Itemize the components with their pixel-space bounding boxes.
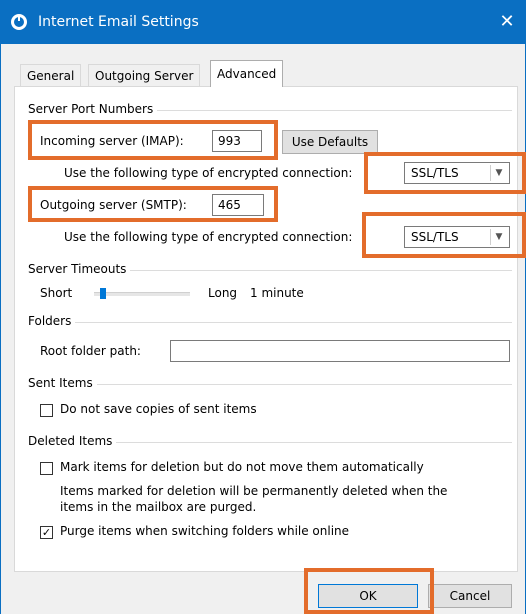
purge-label: Purge items when switching folders while… xyxy=(60,524,350,538)
close-button[interactable]: ✕ xyxy=(488,0,526,44)
mark-for-deletion-checkbox[interactable] xyxy=(40,462,53,475)
outlook-icon xyxy=(10,13,28,31)
group-label-folders: Folders xyxy=(28,314,76,328)
tab-advanced[interactable]: Advanced xyxy=(210,60,284,87)
timeout-long-label: Long xyxy=(208,286,238,300)
timeout-short-label: Short xyxy=(40,286,73,300)
timeout-value: 1 minute xyxy=(250,286,304,300)
group-label-server-ports: Server Port Numbers xyxy=(28,102,158,116)
highlight-incoming-server xyxy=(28,120,278,160)
group-label-deleted-items: Deleted Items xyxy=(28,434,117,448)
encryption-label-incoming: Use the following type of encrypted conn… xyxy=(64,166,353,180)
group-divider xyxy=(28,384,512,385)
tab-outgoing-server[interactable]: Outgoing Server xyxy=(88,64,201,86)
deletion-note-line2: items in the mailbox are purged. xyxy=(60,500,257,514)
timeout-slider-track[interactable] xyxy=(94,292,190,296)
mark-for-deletion-label: Mark items for deletion but do not move … xyxy=(60,460,424,474)
no-copies-checkbox[interactable] xyxy=(40,404,53,417)
highlight-outgoing-server xyxy=(28,186,278,222)
timeout-slider-thumb[interactable] xyxy=(100,288,106,299)
root-folder-label: Root folder path: xyxy=(40,344,141,358)
encryption-label-outgoing: Use the following type of encrypted conn… xyxy=(64,230,353,244)
highlight-encryption-incoming xyxy=(364,152,526,194)
tab-general[interactable]: General xyxy=(20,64,82,86)
cancel-button[interactable]: Cancel xyxy=(428,584,512,608)
highlight-ok-button xyxy=(304,568,434,614)
group-label-timeouts: Server Timeouts xyxy=(28,262,131,276)
group-divider xyxy=(28,322,512,323)
highlight-encryption-outgoing xyxy=(362,212,526,258)
deletion-note-line1: Items marked for deletion will be perman… xyxy=(60,484,448,498)
checkmark-icon: ✓ xyxy=(41,526,52,539)
purge-checkbox[interactable]: ✓ xyxy=(40,526,53,539)
root-folder-input[interactable] xyxy=(170,340,510,362)
use-defaults-button[interactable]: Use Defaults xyxy=(282,130,378,154)
group-label-sent-items: Sent Items xyxy=(28,376,97,390)
no-copies-label: Do not save copies of sent items xyxy=(60,402,257,416)
window-title: Internet Email Settings xyxy=(38,14,199,30)
